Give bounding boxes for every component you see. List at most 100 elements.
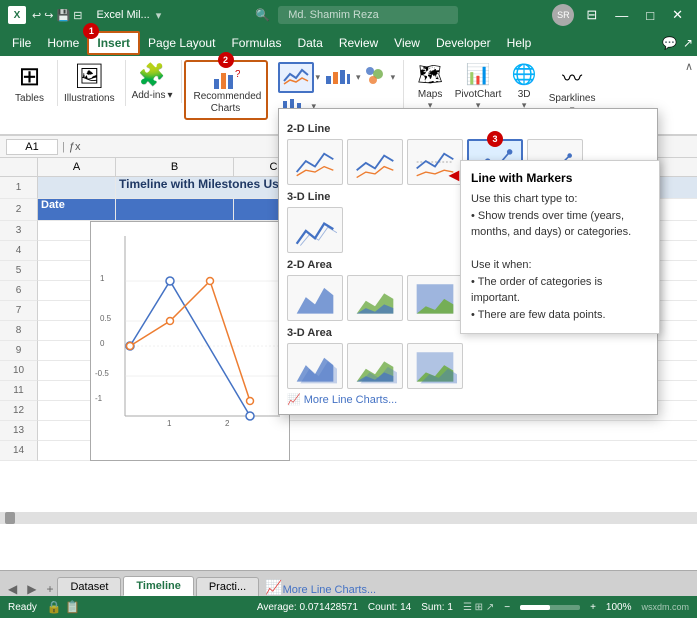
maps-label: Maps bbox=[418, 89, 442, 100]
col-header-b[interactable]: B bbox=[116, 158, 234, 176]
tab-next-btn[interactable]: ▶ bbox=[23, 582, 40, 596]
addins-label[interactable]: Add-ins ▾ bbox=[132, 90, 173, 101]
minimize-button[interactable]: — bbox=[609, 6, 634, 25]
100-stacked-area-option[interactable] bbox=[407, 275, 463, 321]
illustrations-label[interactable]: Illustrations bbox=[64, 93, 115, 104]
menu-pagelayout[interactable]: Page Layout bbox=[140, 33, 223, 53]
sheet-tabs: ◀ ▶ + Dataset Timeline Practi... 📈 More … bbox=[0, 570, 697, 596]
zoom-plus[interactable]: + bbox=[590, 602, 596, 613]
zoom-percent: 100% bbox=[606, 602, 632, 613]
bar-chart-icon bbox=[324, 66, 352, 86]
row-num: 1 bbox=[0, 177, 38, 199]
tooltip-use-for: Use this chart type to: bbox=[471, 191, 649, 208]
row-num: 12 bbox=[0, 401, 38, 421]
row-num: 10 bbox=[0, 361, 38, 381]
pivotchart-icon: 📊 bbox=[466, 62, 491, 87]
hierarchy-dropdown[interactable]: ▾ bbox=[391, 72, 396, 83]
cell-b2[interactable] bbox=[116, 199, 234, 221]
tooltip-title: Line with Markers bbox=[471, 171, 649, 185]
3d-line-option[interactable] bbox=[287, 207, 343, 253]
maximize-button[interactable]: □ bbox=[640, 6, 660, 25]
tab-prev-btn[interactable]: ◀ bbox=[4, 582, 21, 596]
menu-file[interactable]: File bbox=[4, 33, 39, 53]
comments-icon[interactable]: 💬 bbox=[662, 36, 677, 50]
sheet-tab-timeline[interactable]: Timeline bbox=[123, 576, 193, 596]
pivotchart-btn[interactable]: 📊 PivotChart ▾ bbox=[454, 62, 502, 111]
line-chart-icon bbox=[282, 66, 310, 86]
line-chart-option[interactable] bbox=[287, 139, 343, 185]
zoom-slider[interactable] bbox=[520, 605, 580, 610]
embedded-chart: 1 0.5 0 -0.5 -1 1 2 bbox=[95, 226, 285, 456]
3d-btn[interactable]: 🌐 3D ▾ bbox=[508, 62, 540, 111]
pivotchart-label: PivotChart bbox=[455, 89, 502, 100]
bar-chart-dropdown[interactable]: ▾ bbox=[356, 72, 361, 83]
stacked-line-option[interactable] bbox=[347, 139, 403, 185]
horizontal-scrollbar[interactable] bbox=[0, 512, 697, 524]
maps-btn[interactable]: 🗺 Maps ▾ bbox=[412, 62, 448, 111]
corner-cell bbox=[0, 158, 38, 176]
status-bar: Ready 🔒 📋 Average: 0.071428571 Count: 14… bbox=[0, 596, 697, 618]
3d-stacked-area-option[interactable] bbox=[347, 343, 403, 389]
area-option[interactable] bbox=[287, 275, 343, 321]
cell-a2[interactable]: Date bbox=[38, 199, 116, 221]
3d-area-option[interactable] bbox=[287, 343, 343, 389]
close-button[interactable]: ✕ bbox=[666, 5, 689, 25]
recommended-charts-btn[interactable]: 2 ? Recommended Charts bbox=[184, 60, 268, 120]
formula-funcs: ƒx bbox=[69, 141, 81, 153]
row-num: 3 bbox=[0, 221, 38, 241]
more-sheets-icon[interactable]: 📈 bbox=[265, 579, 282, 596]
tables-label[interactable]: Tables bbox=[15, 93, 44, 104]
illustrations-icon: 🖼 bbox=[74, 62, 104, 91]
tab-add-btn[interactable]: + bbox=[42, 582, 57, 596]
ribbon-icon[interactable]: ⊟ bbox=[580, 5, 603, 25]
menu-help[interactable]: Help bbox=[499, 33, 540, 53]
cell-a1[interactable] bbox=[38, 177, 116, 199]
menu-bar: File Home Insert 1 Page Layout Formulas … bbox=[0, 30, 697, 56]
scrollbar-handle[interactable] bbox=[5, 512, 15, 524]
stacked-area-option[interactable] bbox=[347, 275, 403, 321]
3d-100-stacked-area-option[interactable] bbox=[407, 343, 463, 389]
chart-icon-small: 📈 bbox=[287, 393, 301, 406]
col-header-a[interactable]: A bbox=[38, 158, 116, 176]
3d-icon: 🌐 bbox=[512, 62, 537, 87]
chart-tooltip: ◄ Line with Markers Use this chart type … bbox=[460, 160, 660, 334]
share-icon[interactable]: ↗ bbox=[683, 36, 693, 50]
sheet-tab-dataset[interactable]: Dataset bbox=[57, 577, 121, 596]
file-name: Excel Mil... bbox=[97, 9, 150, 21]
menu-view[interactable]: View bbox=[386, 33, 428, 53]
menu-insert[interactable]: Insert 1 bbox=[87, 31, 140, 55]
menu-formulas[interactable]: Formulas bbox=[223, 33, 289, 53]
row-num: 6 bbox=[0, 281, 38, 301]
row-num: 7 bbox=[0, 301, 38, 321]
more-charts-link[interactable]: 📈 More Line Charts... bbox=[287, 393, 649, 406]
status-ready: Ready bbox=[8, 602, 37, 613]
zoom-minus[interactable]: − bbox=[504, 602, 510, 613]
hierarchy-btn[interactable] bbox=[363, 64, 389, 91]
tooltip-condition-2: • There are few data points. bbox=[471, 307, 649, 324]
menu-data[interactable]: Data bbox=[289, 33, 330, 53]
line-chart-btn[interactable] bbox=[278, 62, 314, 93]
svg-text:1: 1 bbox=[167, 419, 172, 428]
svg-text:-0.5: -0.5 bbox=[95, 369, 109, 378]
recommended-charts-label: Recommended Charts bbox=[194, 91, 258, 115]
2d-line-label: 2-D Line bbox=[287, 123, 649, 135]
bar-chart-btn[interactable] bbox=[322, 64, 354, 91]
tooltip-use-when: Use it when: bbox=[471, 257, 649, 274]
row-num: 11 bbox=[0, 381, 38, 401]
more-charts-label: More Line Charts... bbox=[304, 394, 398, 406]
collapse-ribbon-btn[interactable]: ∧ bbox=[685, 60, 693, 73]
3d-area-row bbox=[287, 343, 649, 389]
more-line-charts-tab[interactable]: More Line Charts... bbox=[283, 584, 377, 596]
line-chart-dropdown[interactable]: ▾ bbox=[316, 72, 321, 83]
svg-text:-1: -1 bbox=[95, 394, 103, 403]
status-average: Average: 0.071428571 bbox=[257, 602, 358, 613]
formula-divider: | bbox=[62, 141, 65, 153]
name-box[interactable] bbox=[6, 139, 58, 155]
search-input[interactable] bbox=[278, 6, 458, 24]
menu-review[interactable]: Review bbox=[331, 33, 386, 53]
menu-developer[interactable]: Developer bbox=[428, 33, 499, 53]
menu-home[interactable]: Home bbox=[39, 33, 87, 53]
row-num: 4 bbox=[0, 241, 38, 261]
row-num: 8 bbox=[0, 321, 38, 341]
sheet-tab-practi[interactable]: Practi... bbox=[196, 577, 259, 596]
